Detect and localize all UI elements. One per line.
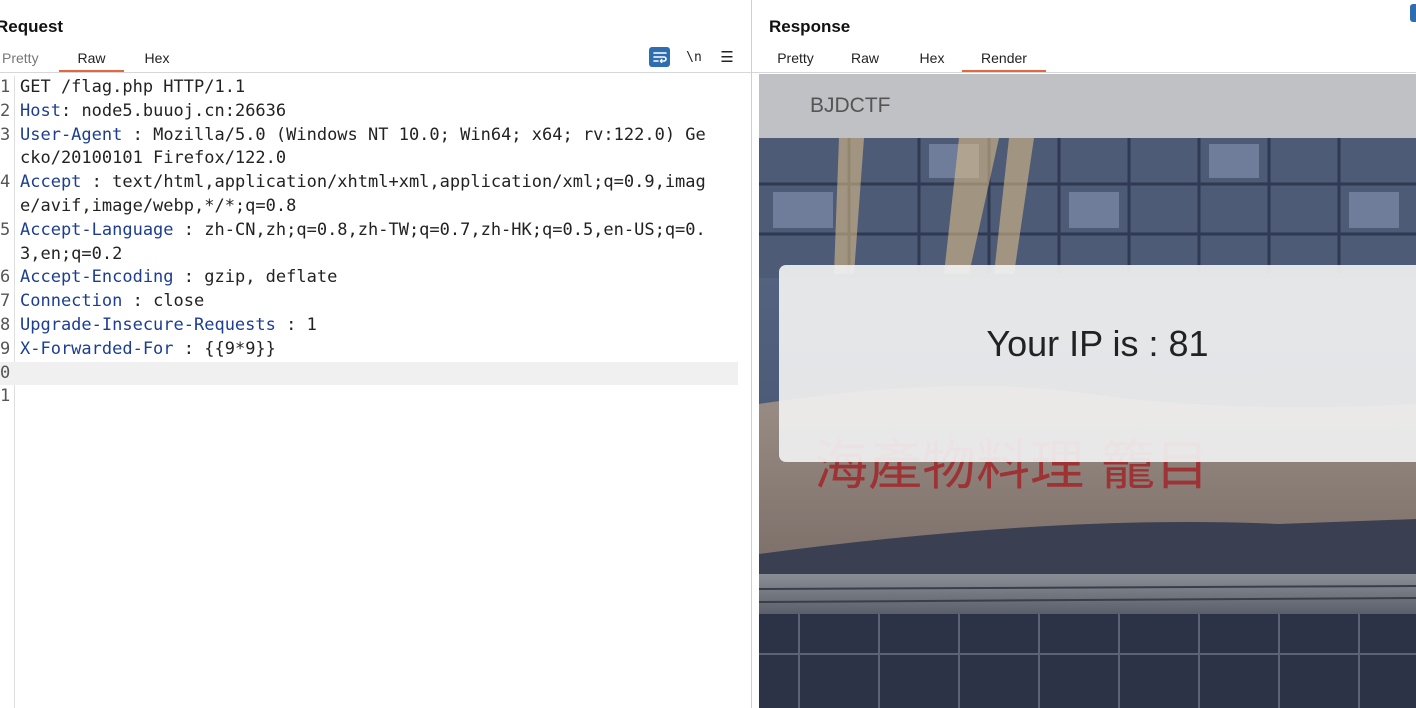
header-value: 1 [306,314,317,335]
request-line[interactable]: 7 Connection : close [0,290,706,314]
panel-toggle-icon[interactable] [1410,4,1416,22]
request-divider [0,72,751,73]
header-value: node5.buuoj.cn:26636 [81,100,287,121]
header-name: X-Forwarded-For [20,338,174,359]
line-number: 1 [0,386,11,407]
header-name: Accept-Language [20,219,174,240]
request-pane: Request Pretty Raw Hex \n ☰ 1 GET /flag.p… [0,0,751,708]
header-name: User-Agent [20,124,123,145]
header-separator: : [60,100,82,121]
line-number: 6 [0,267,11,288]
request-line-text: GET /flag.php HTTP/1.1 [20,77,246,97]
rendered-page: 海產物料理 籠目 BJDCTF Your IP is: 81 [759,74,1416,708]
request-line[interactable]: 3 User-Agent : Mozilla/5.0 (Windows NT 10… [0,124,706,172]
request-tab-hex[interactable]: Hex [124,44,190,72]
wrap-icon [652,52,667,63]
header-value: text/html,application/xhtml+xml,applicat… [20,172,706,216]
request-tab-raw[interactable]: Raw [59,44,124,72]
header-separator: : [173,219,205,240]
header-separator: : [173,338,205,359]
request-line[interactable]: 0 [0,361,738,386]
request-line[interactable]: 8 Upgrade-Insecure-Requests : 1 [0,314,706,338]
request-editor[interactable]: 1 GET /flag.php HTTP/1.1 2 Host: node5.buuo… [0,76,751,708]
response-tab-render[interactable]: Render [962,44,1046,72]
line-number: 9 [0,338,11,359]
ip-message: Your IP is : 81 [986,323,1209,364]
request-line[interactable]: 5 Accept-Language : zh-CN,zh;q=0.8,zh-TW;… [0,219,706,267]
response-tab-pretty[interactable]: Pretty [763,44,828,72]
header-separator: : [122,124,154,145]
newline-toggle-button[interactable]: \n [685,47,703,67]
request-line[interactable]: 2 Host: node5.buuoj.cn:26636 [0,100,706,124]
header-value: close [153,291,205,312]
header-value: {{9*9}} [204,338,276,359]
request-tabs: Pretty Raw Hex [0,44,190,72]
line-number: 5 [0,219,11,240]
line-number: 0 [0,362,11,383]
request-title: Request [0,17,64,36]
header-separator: : [122,291,154,312]
line-number: 2 [0,100,11,121]
rendered-navbar: BJDCTF [759,74,1416,138]
response-pane: Response Pretty Raw Hex Render 海產物料理 籠目 … [752,0,1416,708]
ip-message-box: Your IP is : 81 [779,265,1416,462]
response-tab-raw[interactable]: Raw [828,44,902,72]
request-line[interactable]: 6 Accept-Encoding : gzip, deflate [0,266,706,290]
response-title: Response [769,17,851,36]
line-number: 4 [0,172,11,193]
request-line[interactable]: 1 GET /flag.php HTTP/1.1 [0,76,706,100]
response-tab-hex[interactable]: Hex [902,44,962,72]
header-name: Accept [20,172,82,193]
line-number: 3 [0,124,11,145]
menu-icon[interactable]: ☰ [719,47,735,67]
request-line[interactable]: 9 X-Forwarded-For : {{9*9}} [0,338,706,362]
header-name: Upgrade-Insecure-Requests [20,314,276,335]
response-tabs: Pretty Raw Hex Render [763,44,1046,72]
request-line[interactable]: 4 Accept : text/html,application/xhtml+xm… [0,171,706,219]
request-line[interactable]: 1 [0,385,706,409]
header-name: Accept-Encoding [20,267,174,288]
rendered-brand[interactable]: BJDCTF [810,94,891,118]
header-separator: : [173,267,205,288]
header-name: Connection [20,291,123,312]
line-number: 1 [0,77,11,97]
header-separator: : [81,172,113,193]
request-tab-pretty[interactable]: Pretty [0,44,58,72]
line-number: 8 [0,314,11,335]
header-separator: : [275,314,307,335]
header-value: gzip, deflate [204,267,338,288]
header-name: Host [20,100,61,121]
word-wrap-toggle-button[interactable] [649,47,670,67]
line-number: 7 [0,291,11,312]
response-divider [752,72,1416,73]
